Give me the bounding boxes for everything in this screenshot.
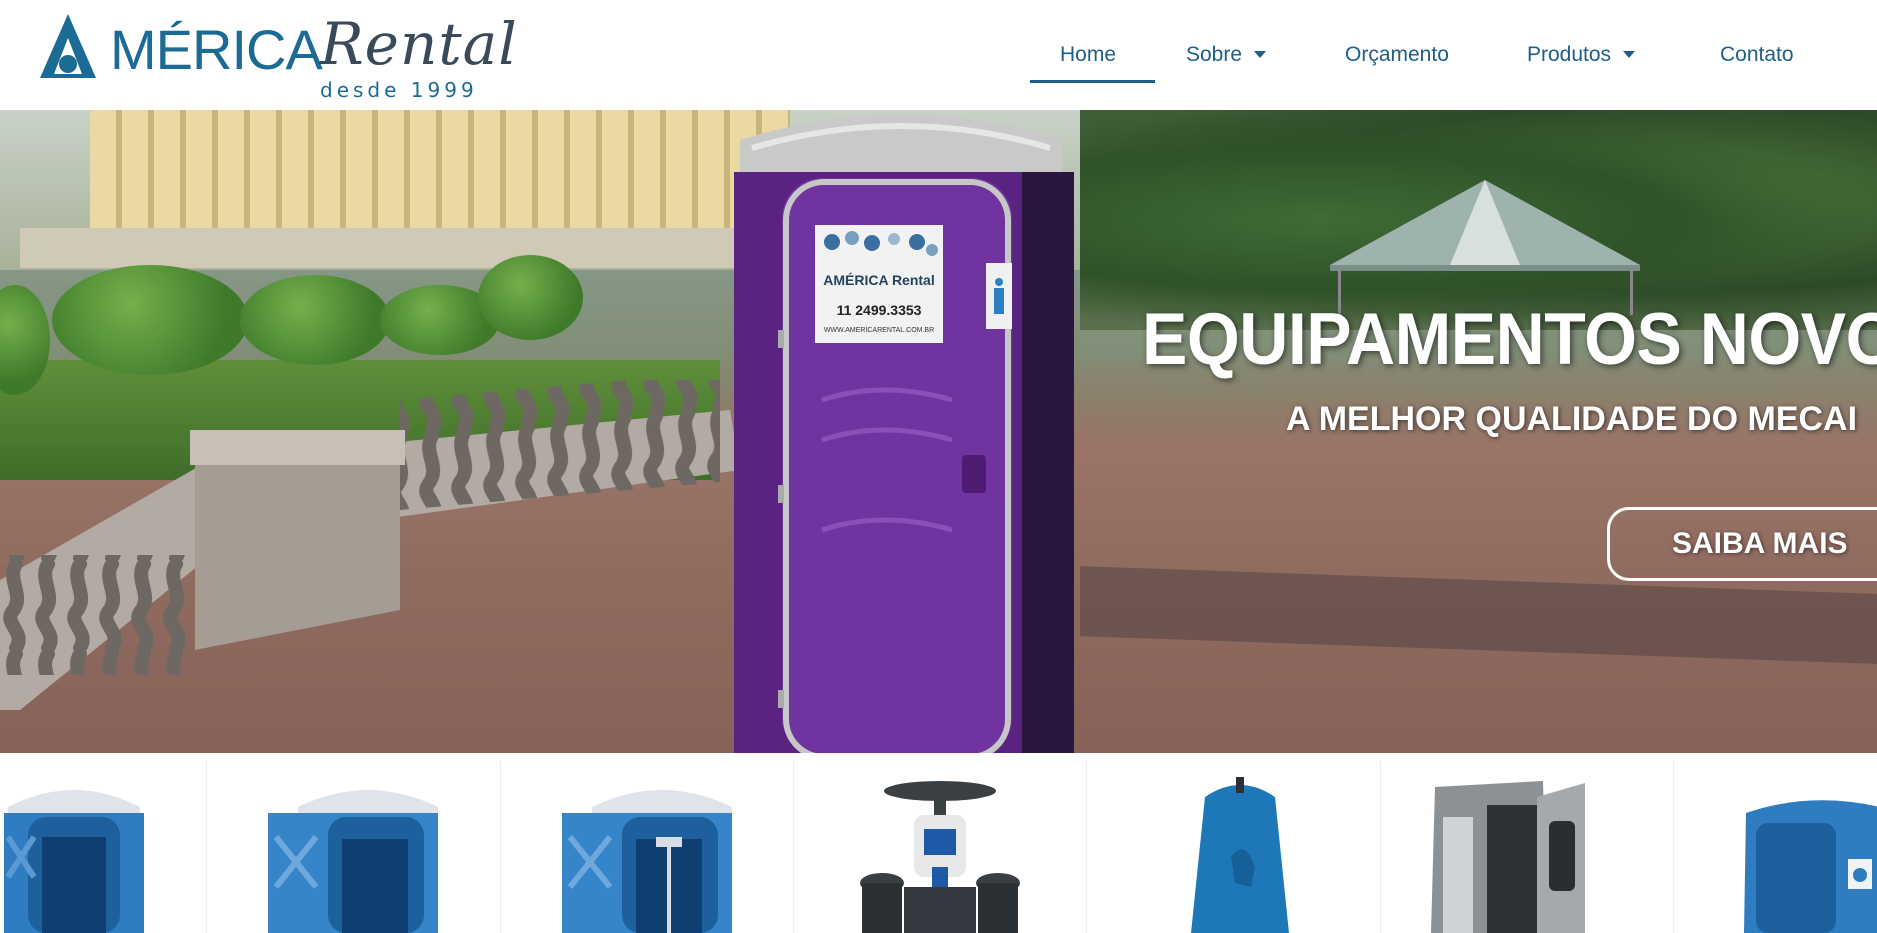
hero-bush bbox=[478, 255, 583, 340]
grey-cabin-icon[interactable] bbox=[1425, 777, 1589, 933]
accessible-toilet-icon[interactable] bbox=[1740, 777, 1877, 933]
logo-tagline: desde 1999 bbox=[320, 78, 478, 102]
nav-contato[interactable]: Contato bbox=[1720, 30, 1794, 80]
urinal-station-icon[interactable] bbox=[1185, 777, 1295, 933]
brand-logo[interactable]: MÉRICA Rental desde 1999 bbox=[38, 8, 517, 103]
toilet-sticker-url: WWW.AMERICARENTAL.COM.BR bbox=[824, 327, 934, 334]
logo-script: Rental bbox=[320, 10, 518, 78]
divider bbox=[1086, 761, 1087, 933]
divider bbox=[1673, 761, 1674, 933]
hero-balustrade bbox=[0, 380, 740, 710]
nav-produtos[interactable]: Produtos bbox=[1527, 30, 1636, 80]
product-carousel bbox=[0, 753, 1877, 933]
hero-bush bbox=[52, 265, 248, 375]
hero-palace-building bbox=[90, 110, 790, 235]
hero-title: EQUIPAMENTOS NOVO bbox=[1142, 297, 1877, 381]
nav-orcamento-label: Orçamento bbox=[1345, 43, 1449, 66]
tent-icon bbox=[1330, 180, 1640, 315]
nav-home-label: Home bbox=[1060, 43, 1117, 66]
nav-contato-label: Contato bbox=[1720, 43, 1794, 66]
handwash-station-icon[interactable] bbox=[858, 777, 1022, 933]
chevron-down-icon bbox=[1254, 51, 1267, 58]
nav-home[interactable]: Home bbox=[1060, 30, 1116, 80]
divider bbox=[793, 761, 794, 933]
nav-produtos-label: Produtos bbox=[1527, 43, 1612, 66]
toilet-sticker-brand: AMÉRICA Rental bbox=[823, 272, 935, 288]
hero-subtitle: A MELHOR QUALIDADE DO MECAI bbox=[1286, 400, 1858, 438]
purple-portable-toilet-image: AMÉRICA Rental 11 2499.3353 WWW.AMERICAR… bbox=[734, 115, 1074, 753]
divider bbox=[500, 761, 501, 933]
hero-palace-terrace bbox=[20, 228, 760, 268]
nav-orcamento[interactable]: Orçamento bbox=[1345, 30, 1449, 80]
blue-portable-toilet-with-sink-icon[interactable] bbox=[552, 777, 742, 933]
blue-portable-toilet-icon[interactable] bbox=[258, 777, 448, 933]
hero-slider[interactable]: AMÉRICA Rental 11 2499.3353 WWW.AMERICAR… bbox=[0, 110, 1877, 753]
logo-wordmark: MÉRICA bbox=[110, 18, 323, 81]
nav-sobre[interactable]: Sobre bbox=[1186, 30, 1267, 80]
divider bbox=[1380, 761, 1381, 933]
logo-mountain-icon bbox=[40, 14, 96, 78]
active-nav-indicator bbox=[1030, 80, 1155, 83]
divider bbox=[206, 761, 207, 933]
hero-bush bbox=[240, 275, 390, 365]
nav-sobre-label: Sobre bbox=[1186, 43, 1243, 66]
toilet-sticker-phone: 11 2499.3353 bbox=[837, 302, 922, 318]
blue-portable-toilet-icon[interactable] bbox=[0, 777, 154, 933]
chevron-down-icon bbox=[1623, 51, 1636, 58]
saiba-mais-button[interactable]: SAIBA MAIS bbox=[1607, 507, 1877, 581]
site-header: MÉRICA Rental desde 1999 Home Sobre Orça… bbox=[0, 0, 1877, 110]
